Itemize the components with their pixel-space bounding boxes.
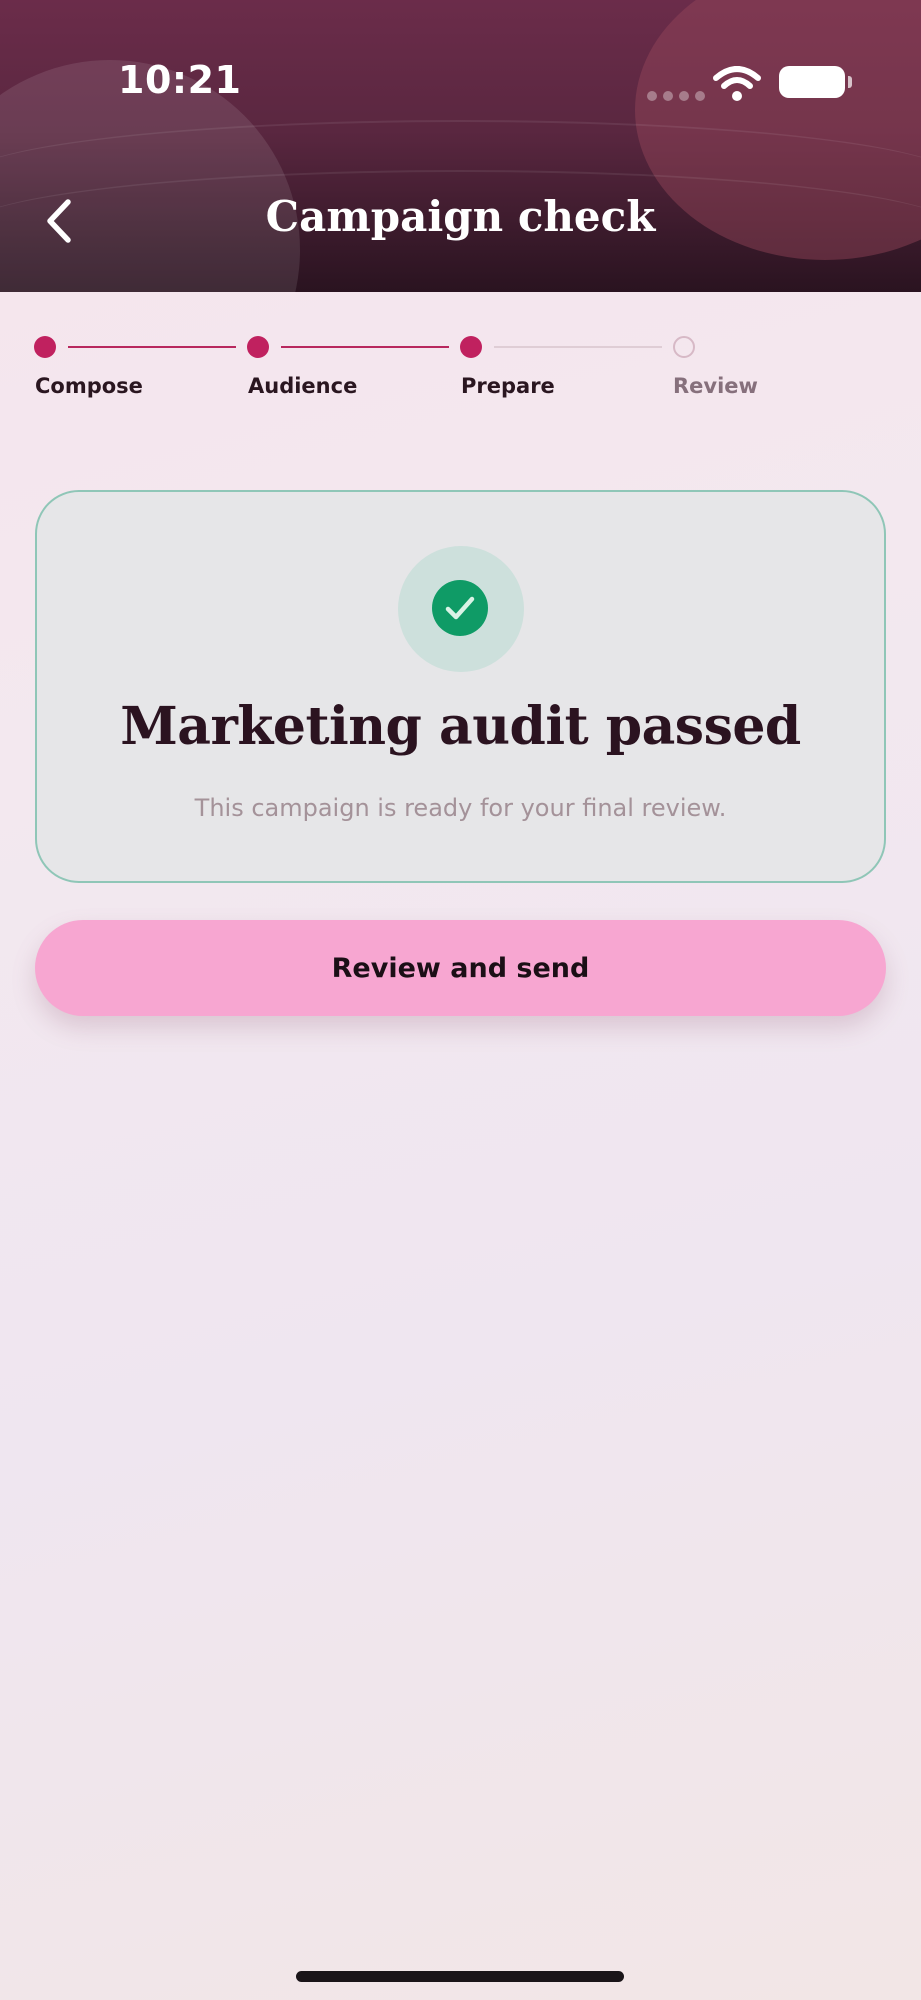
header: 10:21 Campaign check: [0, 0, 921, 292]
step-dot-compose: [34, 336, 56, 358]
step-label-prepare: Prepare: [461, 374, 555, 398]
audit-subtitle: This campaign is ready for your final re…: [194, 794, 727, 822]
status-time: 10:21: [118, 58, 242, 102]
audit-result-card: Marketing audit passed This campaign is …: [35, 490, 886, 883]
step-dot-prepare: [460, 336, 482, 358]
review-and-send-button[interactable]: Review and send: [35, 920, 886, 1016]
step-label-review: Review: [673, 374, 758, 398]
cellular-signal-icon: [647, 91, 705, 101]
page-title: Campaign check: [265, 192, 656, 241]
step-dot-review: [673, 336, 695, 358]
home-indicator: [296, 1971, 624, 1982]
step-connector: [494, 346, 662, 348]
step-connector: [68, 346, 236, 348]
step-label-audience: Audience: [248, 374, 358, 398]
check-halo: [398, 546, 524, 672]
step-connector: [281, 346, 449, 348]
check-circle-icon: [432, 580, 488, 636]
step-label-compose: Compose: [35, 374, 143, 398]
battery-icon: [779, 66, 852, 98]
audit-title: Marketing audit passed: [120, 696, 801, 757]
wifi-icon: [713, 66, 761, 101]
step-dot-audience: [247, 336, 269, 358]
progress-stepper: Compose Audience Prepare Review: [0, 330, 921, 410]
